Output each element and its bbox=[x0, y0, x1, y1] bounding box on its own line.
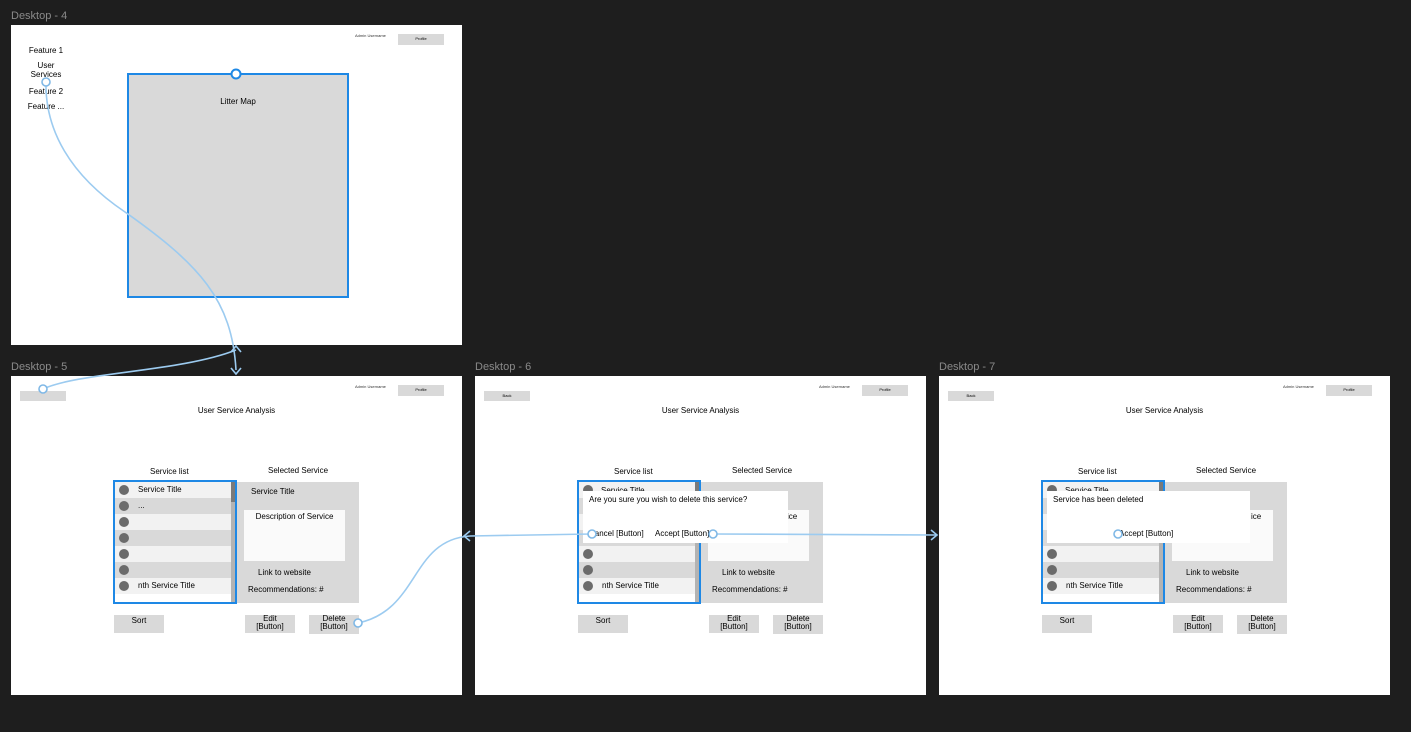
selected-service-heading: Selected Service bbox=[1196, 466, 1257, 475]
admin-username: Admin Username bbox=[355, 33, 386, 38]
delete-button[interactable]: Delete [Button] bbox=[309, 615, 359, 634]
arrowhead-icon bbox=[930, 529, 939, 541]
arrowhead-icon bbox=[230, 344, 242, 353]
sort-button[interactable]: Sort bbox=[114, 615, 164, 633]
service-list-heading: Service list bbox=[150, 467, 189, 476]
edit-button[interactable]: Edit [Button] bbox=[709, 615, 759, 633]
dialog-message: Service has been deleted bbox=[1053, 495, 1144, 504]
selected-service-title: Service Title bbox=[251, 487, 295, 496]
frame-label-desktop-4[interactable]: Desktop - 4 bbox=[11, 10, 67, 22]
delete-button[interactable]: Delete [Button] bbox=[1237, 615, 1287, 634]
sidebar-item-user-services[interactable]: User Services bbox=[21, 61, 71, 79]
website-link[interactable]: Link to website bbox=[722, 568, 775, 577]
service-list[interactable]: Service Title ... nth Service Title bbox=[113, 480, 237, 604]
frame-label-desktop-7[interactable]: Desktop - 7 bbox=[939, 361, 995, 373]
service-list-heading: Service list bbox=[1078, 467, 1117, 476]
frame-desktop-7[interactable]: Back Admin Username Profile User Service… bbox=[939, 376, 1390, 695]
edit-button[interactable]: Edit [Button] bbox=[245, 615, 295, 633]
profile-button[interactable]: Profile bbox=[862, 385, 908, 396]
selected-service-heading: Selected Service bbox=[732, 466, 793, 475]
frame-label-desktop-6[interactable]: Desktop - 6 bbox=[475, 361, 531, 373]
selection-outline bbox=[113, 480, 237, 604]
recommendations-count: Recommendations: # bbox=[712, 585, 788, 594]
dialog-message: Are you sure you wish to delete this ser… bbox=[589, 495, 748, 504]
sort-button[interactable]: Sort bbox=[578, 615, 628, 633]
frame-desktop-5[interactable]: Admin Username Profile User Service Anal… bbox=[11, 376, 462, 695]
sort-button[interactable]: Sort bbox=[1042, 615, 1092, 633]
cancel-button[interactable]: Cancel [Button] bbox=[589, 529, 644, 538]
sidebar-item-feature-1[interactable]: Feature 1 bbox=[21, 46, 71, 55]
edit-button[interactable]: Edit [Button] bbox=[1173, 615, 1223, 633]
sidebar-item-feature-2[interactable]: Feature 2 bbox=[21, 87, 71, 96]
selected-service-panel: Service Title Description of Service Lin… bbox=[237, 482, 359, 603]
back-button[interactable]: Back bbox=[484, 391, 530, 401]
frame-desktop-6[interactable]: Back Admin Username Profile User Service… bbox=[475, 376, 926, 695]
admin-username: Admin Username bbox=[1283, 384, 1314, 389]
profile-button[interactable]: Profile bbox=[398, 385, 444, 396]
arrowhead-icon bbox=[462, 530, 471, 542]
admin-username: Admin Username bbox=[819, 384, 850, 389]
frame-desktop-4[interactable]: Admin Username Profile Feature 1 User Se… bbox=[11, 25, 462, 345]
back-button[interactable]: Back bbox=[948, 391, 994, 401]
accept-button[interactable]: Accept [Button] bbox=[655, 529, 709, 538]
accept-button[interactable]: Accept [Button] bbox=[1119, 529, 1173, 538]
selected-service-heading: Selected Service bbox=[268, 466, 329, 475]
website-link[interactable]: Link to website bbox=[258, 568, 311, 577]
page-title: User Service Analysis bbox=[1125, 406, 1204, 415]
profile-button[interactable]: Profile bbox=[1326, 385, 1372, 396]
recommendations-count: Recommendations: # bbox=[1176, 585, 1252, 594]
service-list-heading: Service list bbox=[614, 467, 653, 476]
description-text-partial: ice bbox=[1251, 512, 1262, 521]
description-text: Description of Service bbox=[255, 512, 334, 521]
admin-username: Admin Username bbox=[355, 384, 386, 389]
back-button[interactable] bbox=[20, 391, 66, 401]
delete-button[interactable]: Delete [Button] bbox=[773, 615, 823, 634]
description-text-partial: ice bbox=[787, 512, 798, 521]
litter-map[interactable]: Litter Map bbox=[127, 73, 349, 298]
deleted-confirmation-dialog: Service has been deleted Accept [Button] bbox=[1047, 491, 1250, 543]
frame-label-desktop-5[interactable]: Desktop - 5 bbox=[11, 361, 67, 373]
page-title: User Service Analysis bbox=[197, 406, 276, 415]
sidebar-item-feature-more[interactable]: Feature ... bbox=[21, 102, 71, 111]
recommendations-count: Recommendations: # bbox=[248, 585, 324, 594]
description-box: Description of Service bbox=[244, 510, 345, 561]
arrowhead-icon bbox=[230, 367, 242, 376]
website-link[interactable]: Link to website bbox=[1186, 568, 1239, 577]
litter-map-label: Litter Map bbox=[220, 97, 256, 106]
page-title: User Service Analysis bbox=[661, 406, 740, 415]
profile-button[interactable]: Profile bbox=[398, 34, 444, 45]
confirm-delete-dialog: Are you sure you wish to delete this ser… bbox=[583, 491, 788, 543]
